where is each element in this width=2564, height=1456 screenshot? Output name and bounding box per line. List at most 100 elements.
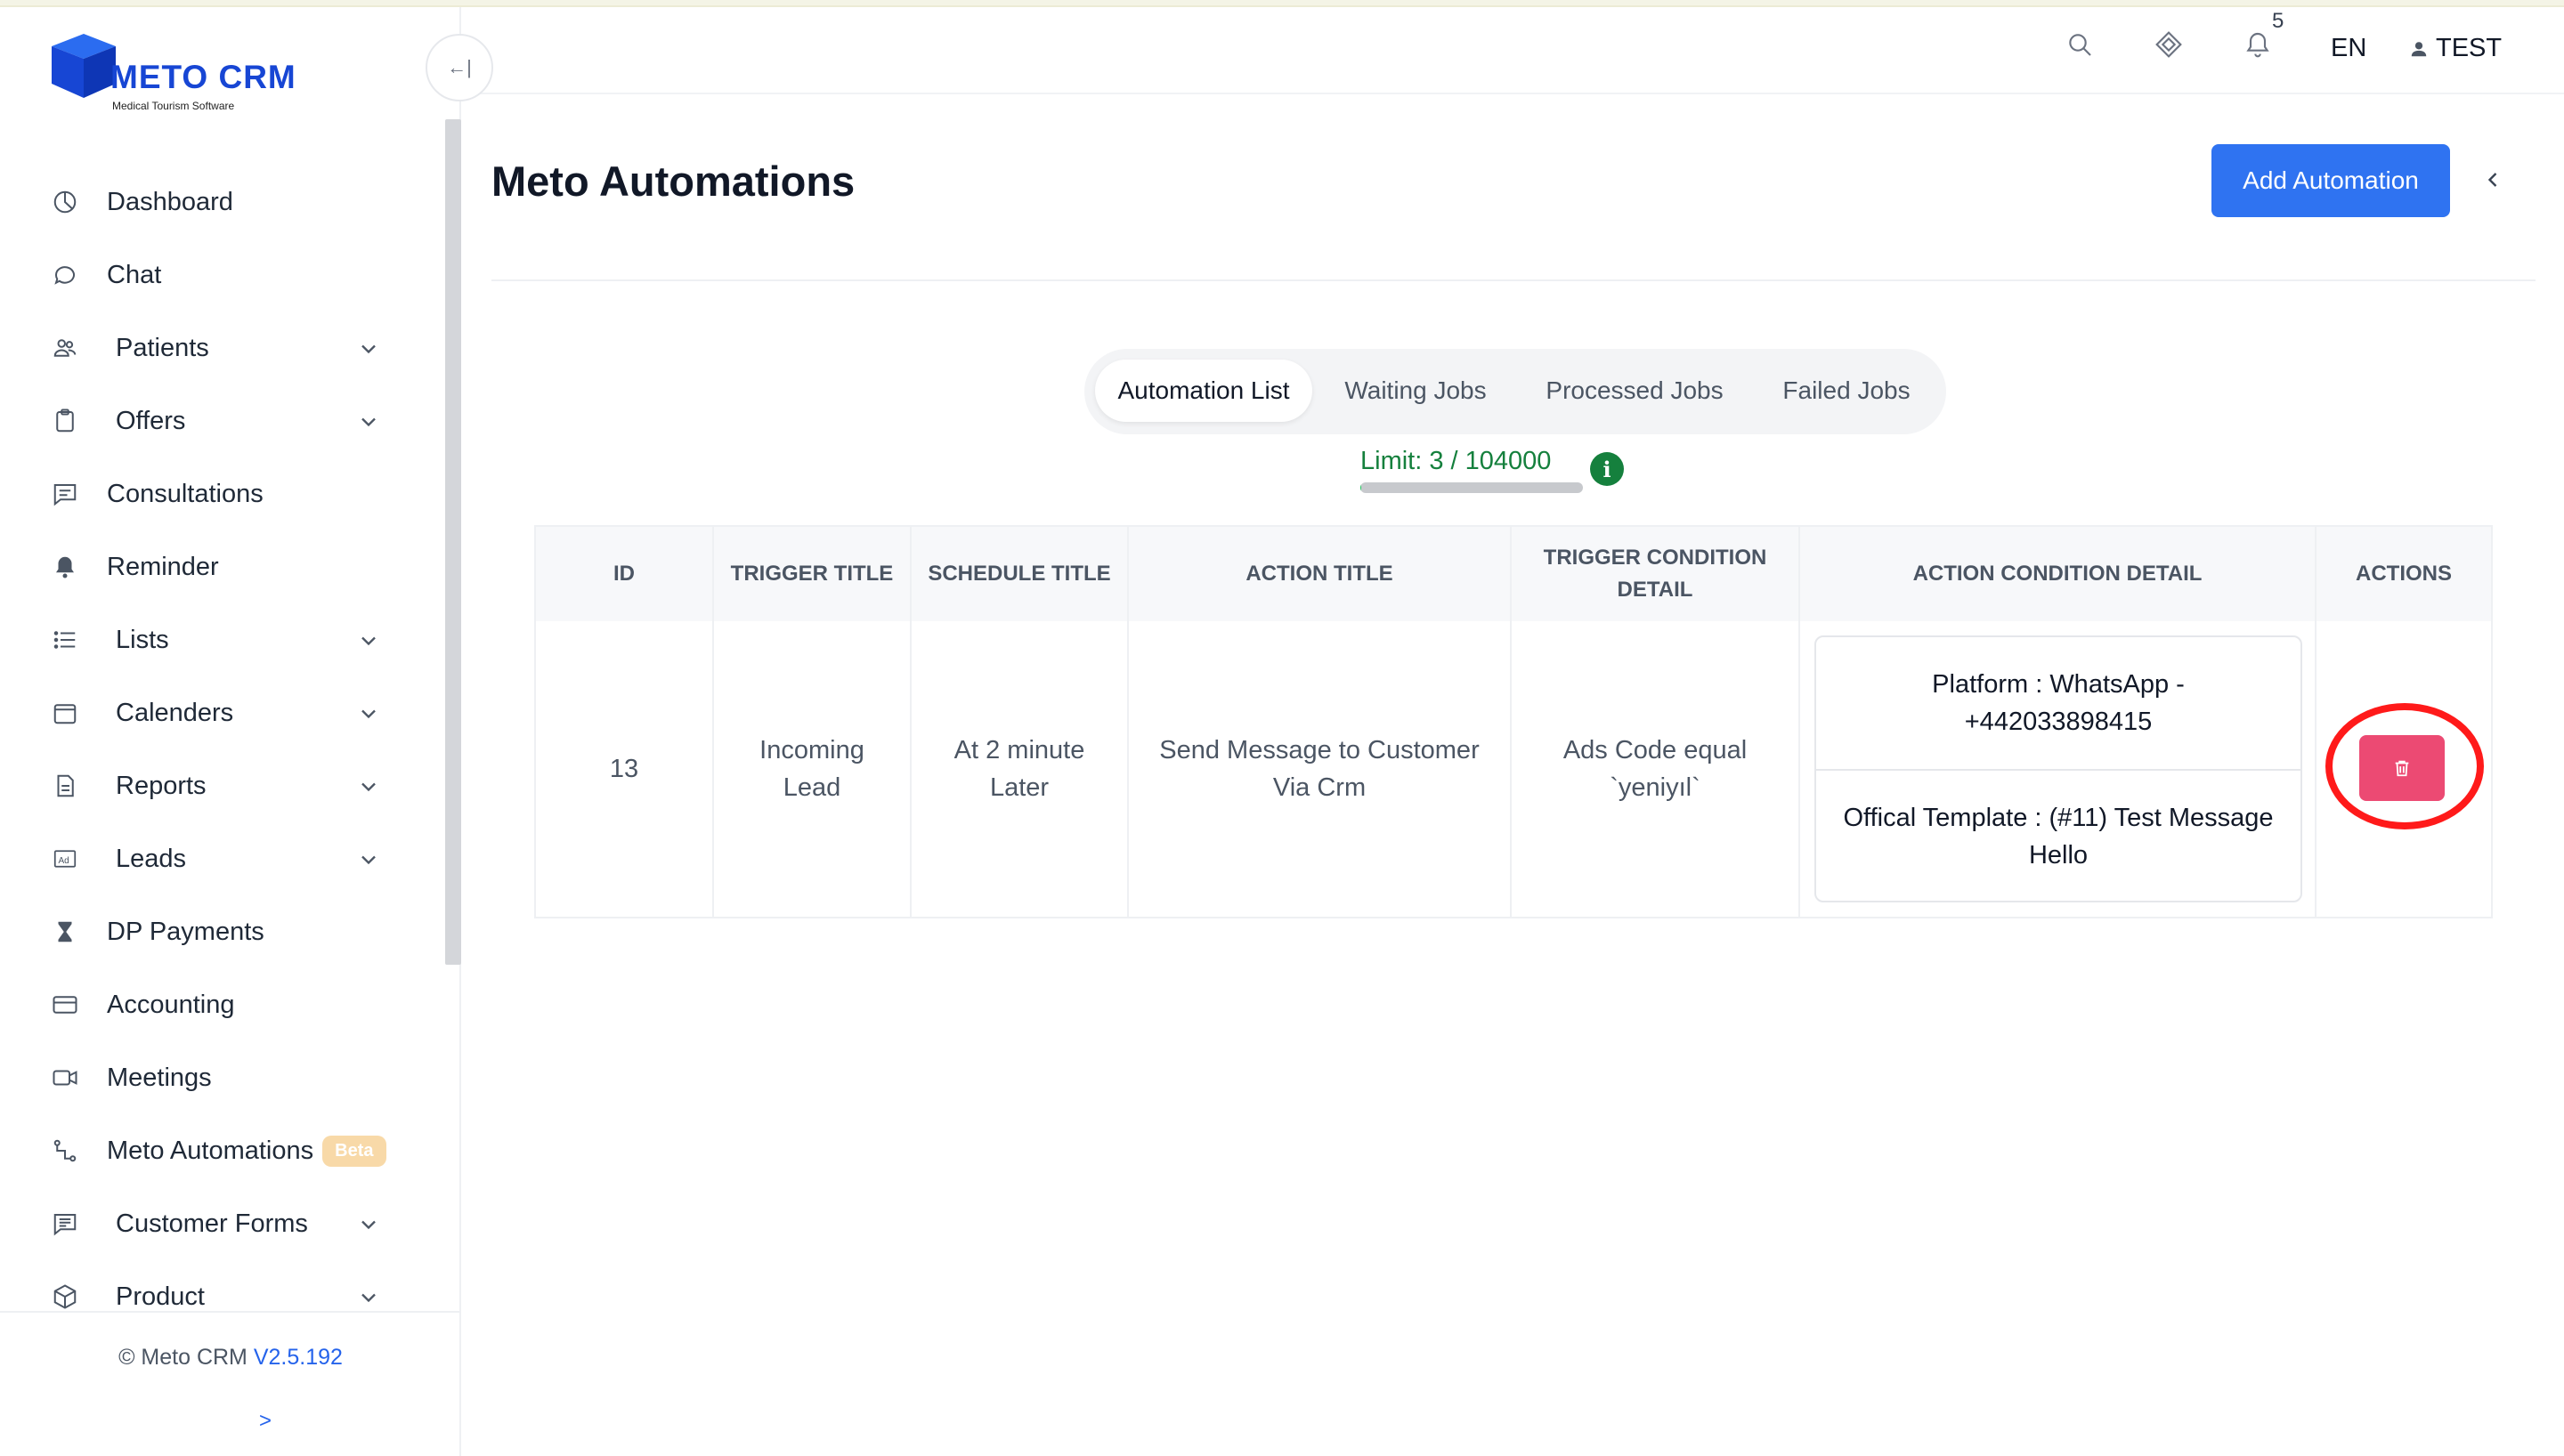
action-condition-template: Offical Template : (#11) Test Message He… — [1843, 804, 2274, 870]
sidebar-item-dp-payments[interactable]: DP Payments — [0, 895, 445, 968]
action-condition-platform: Platform : WhatsApp - +442033898415 — [1932, 670, 2185, 736]
limit-progress-bar — [1360, 482, 1583, 493]
sidebar-item-label: DP Payments — [107, 917, 264, 946]
sidebar-item-reports[interactable]: Reports — [0, 749, 445, 822]
tab-failed-jobs[interactable]: Failed Jobs — [1757, 360, 1935, 422]
limit-text: Limit: 3 / 104000 — [1360, 447, 1552, 475]
sidebar-item-label: Reminder — [107, 552, 219, 581]
info-icon[interactable]: i — [1590, 452, 1624, 486]
sidebar-item-label: Accounting — [107, 990, 235, 1019]
sidebar-item-meetings[interactable]: Meetings — [0, 1041, 445, 1114]
sidebar-item-label: Lists — [116, 625, 169, 654]
diamond-icon[interactable] — [2151, 27, 2187, 62]
limit-progress-fill — [1360, 482, 1362, 493]
copyright-text: © Meto CRM — [118, 1345, 247, 1370]
user-icon — [2411, 41, 2427, 56]
sidebar-item-consultations[interactable]: Consultations — [0, 457, 445, 530]
sidebar-item-label: Calenders — [116, 698, 234, 727]
sidebar-item-offers[interactable]: Offers — [0, 384, 445, 457]
column-header-id: ID — [536, 527, 714, 621]
chevron-down-icon[interactable] — [356, 1212, 381, 1237]
pie-chart-icon — [50, 187, 80, 217]
sidebar-item-leads[interactable]: Ad Leads — [0, 822, 445, 895]
logo-subtitle: Medical Tourism Software — [112, 100, 235, 112]
beta-badge: Beta — [322, 1135, 386, 1167]
sidebar-item-label: Meetings — [107, 1063, 212, 1092]
column-header-action-condition: ACTION CONDITION DETAIL — [1800, 527, 2317, 621]
language-selector[interactable]: EN — [2331, 34, 2366, 63]
chevron-down-icon[interactable] — [356, 409, 381, 434]
highlight-annotation-circle — [2325, 703, 2484, 829]
column-header-trigger-condition: TRIGGER CONDITION DETAIL — [1512, 527, 1800, 621]
sidebar-item-lists[interactable]: Lists — [0, 603, 445, 676]
cell-trigger-condition: Ads Code equal `yeniyıl` — [1512, 621, 1800, 917]
chevron-down-icon[interactable] — [356, 774, 381, 799]
search-icon[interactable] — [2062, 27, 2097, 62]
message-square-icon — [50, 479, 80, 509]
bell-icon — [50, 552, 80, 582]
chevron-down-icon[interactable] — [356, 628, 381, 653]
add-automation-button[interactable]: Add Automation — [2211, 144, 2450, 217]
box-icon — [50, 1282, 80, 1312]
automations-table: ID TRIGGER TITLE SCHEDULE TITLE ACTION T… — [534, 525, 2493, 918]
version-label: V2.5.192 — [253, 1345, 343, 1370]
video-icon — [50, 1063, 80, 1093]
chat-bubble-icon — [50, 260, 80, 290]
logo[interactable]: METO CRM Medical Tourism Software — [48, 23, 315, 121]
page-title: Meto Automations — [491, 158, 856, 205]
sidebar-footer: © Meto CRM V2.5.192 > — [0, 1311, 461, 1456]
sidebar-item-label: Consultations — [107, 479, 264, 508]
sidebar-item-label: Offers — [116, 406, 186, 435]
chevron-down-icon[interactable] — [356, 1285, 381, 1310]
clipboard-icon — [50, 406, 80, 436]
user-name: TEST — [2436, 34, 2503, 62]
credit-card-icon — [50, 990, 80, 1020]
chevron-down-icon[interactable] — [356, 847, 381, 872]
table-header: ID TRIGGER TITLE SCHEDULE TITLE ACTION T… — [536, 527, 2491, 621]
sidebar-item-dashboard[interactable]: Dashboard — [0, 166, 445, 239]
cell-trigger-title: Incoming Lead — [714, 621, 912, 917]
chevron-left-icon[interactable] — [2480, 164, 2505, 196]
document-icon — [50, 771, 80, 801]
sidebar-item-label: Chat — [107, 260, 162, 289]
sidebar-item-reminder[interactable]: Reminder — [0, 530, 445, 603]
list-icon — [50, 625, 80, 655]
sidebar-item-label: Patients — [116, 333, 209, 362]
sidebar-item-label: Dashboard — [107, 187, 233, 216]
sidebar-item-patients[interactable]: Patients — [0, 311, 445, 384]
copyright: © Meto CRM V2.5.192 — [0, 1345, 461, 1371]
automation-icon — [50, 1136, 80, 1166]
sidebar-item-calenders[interactable]: Calenders — [0, 676, 445, 749]
tab-waiting-jobs[interactable]: Waiting Jobs — [1323, 360, 1508, 422]
chevron-down-icon[interactable] — [356, 701, 381, 726]
tab-processed-jobs[interactable]: Processed Jobs — [1529, 360, 1740, 422]
user-menu[interactable]: TEST — [2409, 34, 2502, 63]
cell-schedule-title: At 2 minute Later — [912, 621, 1129, 917]
cell-id: 13 — [536, 621, 714, 917]
sidebar-item-accounting[interactable]: Accounting — [0, 968, 445, 1041]
notification-bell-icon[interactable] — [2240, 27, 2276, 62]
column-header-schedule-title: SCHEDULE TITLE — [912, 527, 1129, 621]
logo-text: METO CRM — [110, 59, 296, 95]
ad-icon: Ad — [50, 844, 80, 874]
hourglass-icon — [50, 917, 80, 947]
expand-sidebar-button[interactable]: > — [0, 1409, 531, 1434]
column-header-action-title: ACTION TITLE — [1129, 527, 1512, 621]
sidebar-item-label: Reports — [116, 771, 207, 800]
action-condition-card: Platform : WhatsApp - +442033898415 Offi… — [1814, 635, 2302, 902]
sidebar-item-customer-forms[interactable]: Customer Forms — [0, 1187, 445, 1260]
sidebar-item-meto-automations[interactable]: Meto Automations Beta — [0, 1114, 445, 1187]
chevron-down-icon[interactable] — [356, 336, 381, 361]
sidebar-item-label: Leads — [116, 844, 187, 873]
top-border — [0, 0, 2564, 7]
sidebar-nav: Dashboard Chat Patients Offers Consultat… — [0, 166, 445, 1333]
header-divider — [491, 279, 2536, 281]
sidebar-item-label: Product — [116, 1282, 205, 1311]
sidebar-item-chat[interactable]: Chat — [0, 239, 445, 311]
tab-automation-list[interactable]: Automation List — [1095, 360, 1312, 422]
collapse-icon: ←| — [447, 56, 472, 78]
collapse-sidebar-button[interactable]: ←| — [426, 34, 493, 101]
sidebar-scrollbar[interactable] — [445, 119, 461, 965]
cell-action-title: Send Message to Customer Via Crm — [1129, 621, 1512, 917]
calendar-icon — [50, 698, 80, 728]
